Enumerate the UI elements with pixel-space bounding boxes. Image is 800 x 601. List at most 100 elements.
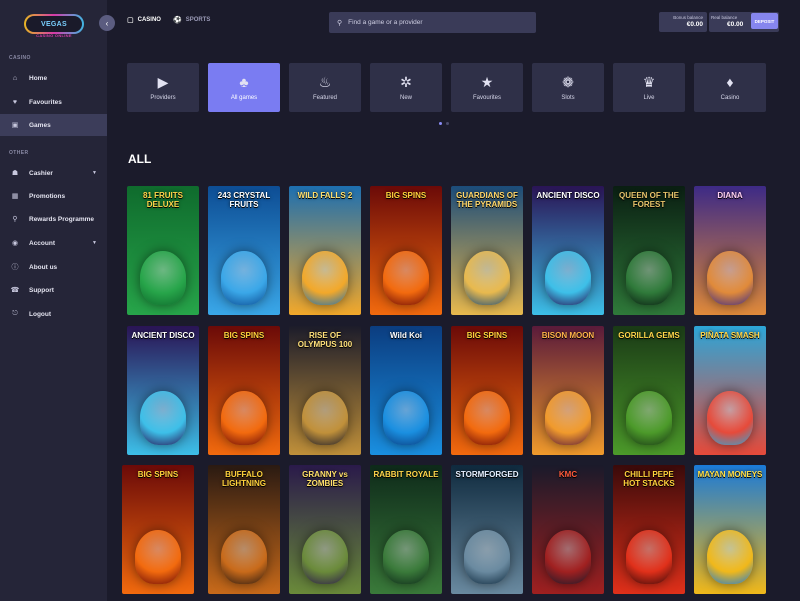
search-input[interactable] [348, 19, 519, 26]
gift-icon: ▦ [11, 193, 19, 200]
game-title: KMC [558, 470, 578, 479]
logout-icon: ⎋ [12, 310, 18, 317]
flame-icon: ♨ [318, 73, 332, 90]
sidebar-item-label: Logout [29, 310, 52, 318]
category-label: Featured [312, 94, 337, 101]
sidebar-item-promotions[interactable]: ▦ Promotions [0, 185, 107, 207]
logo-text: VEGAS [40, 20, 67, 28]
bonus-balance: Bonus balance €0.00 [659, 12, 707, 32]
account-icon: ◉ [11, 240, 19, 247]
game-tile[interactable]: 81 FRUITS DELUXE [127, 186, 199, 315]
game-artwork [135, 530, 181, 584]
cherry-icon: ❁ [562, 73, 574, 90]
cashier-icon: ☗ [11, 170, 19, 177]
carousel-dot[interactable] [446, 122, 449, 125]
game-title: GUARDIANS OF THE PYRAMIDS [456, 191, 518, 209]
sidebar-item-about[interactable]: ⓘ About us [0, 256, 107, 278]
game-title: ANCIENT DISCO [131, 331, 195, 340]
category-slots[interactable]: ❁ Slots [532, 63, 604, 112]
category-label: Slots [561, 94, 575, 101]
game-tile[interactable]: BIG SPINS [208, 326, 280, 455]
game-tile[interactable]: DIANA [694, 186, 766, 315]
deposit-button[interactable]: DEPOSIT [751, 13, 778, 29]
chevron-left-icon: ‹ [105, 18, 109, 28]
sidebar-item-cashier[interactable]: ☗ Cashier ▼ [0, 162, 107, 184]
category-new[interactable]: ✲ New [370, 63, 442, 112]
game-artwork [383, 251, 429, 305]
game-artwork [302, 530, 348, 584]
trophy-icon: ⚲ [12, 216, 18, 223]
game-artwork [464, 530, 510, 584]
sidebar-item-rewards[interactable]: ⚲ Rewards Programme [0, 208, 107, 230]
category-favourites[interactable]: ★ Favourites [451, 63, 523, 112]
game-title: BISON MOON [541, 331, 595, 340]
home-icon: ⌂ [12, 74, 18, 82]
game-artwork [545, 391, 591, 445]
game-artwork [707, 251, 753, 305]
game-tile[interactable]: QUEEN OF THE FOREST [613, 186, 685, 315]
logo[interactable]: VEGAS CASINO ONLINE [24, 14, 84, 38]
game-tile[interactable]: BIG SPINS [451, 326, 523, 455]
category-casino[interactable]: ♦ Casino [694, 63, 766, 112]
game-tile[interactable]: STORMFORGED [451, 465, 523, 594]
game-artwork [302, 251, 348, 305]
game-tile[interactable]: MAYAN MONEYS [694, 465, 766, 594]
tab-sports[interactable]: ⚽ SPORTS [173, 16, 210, 24]
game-tile[interactable]: 243 CRYSTAL FRUITS [208, 186, 280, 315]
sidebar-item-support[interactable]: ☎ Support [0, 279, 107, 301]
game-title: BIG SPINS [385, 191, 427, 200]
sidebar-item-favourites[interactable]: ♥ Favourites [0, 91, 107, 113]
game-artwork [383, 391, 429, 445]
bonus-balance-value: €0.00 [686, 21, 703, 28]
game-tile[interactable]: GRANNY vs ZOMBIES [289, 465, 361, 594]
tab-casino[interactable]: ▢ CASINO [127, 16, 161, 24]
search-bar[interactable]: ⚲ [329, 12, 536, 33]
game-tile[interactable]: BISON MOON [532, 326, 604, 455]
game-title: 81 FRUITS DELUXE [142, 191, 183, 209]
category-providers[interactable]: ▶ Providers [127, 63, 199, 112]
game-tile[interactable]: PIÑATA SMASH [694, 326, 766, 455]
carousel-dot[interactable] [439, 122, 442, 125]
bonus-balance-label: Bonus balance [673, 15, 703, 20]
game-title: BIG SPINS [137, 470, 179, 479]
category-featured[interactable]: ♨ Featured [289, 63, 361, 112]
game-tile[interactable]: BUFFALO LIGHTNING [208, 465, 280, 594]
game-tile[interactable]: BIG SPINS [122, 465, 194, 594]
sidebar: VEGAS CASINO ONLINE CASINO ⌂ Home ♥ Favo… [0, 0, 107, 601]
game-tile[interactable]: RABBIT ROYALE [370, 465, 442, 594]
sidebar-item-games[interactable]: ▣ Games [0, 114, 107, 136]
sidebar-item-label: Cashier [29, 169, 53, 177]
game-tile[interactable]: ANCIENT DISCO [127, 326, 199, 455]
game-tile[interactable]: GORILLA GEMS [613, 326, 685, 455]
all-games-icon: ♣ [239, 73, 249, 90]
game-artwork [140, 391, 186, 445]
sidebar-item-home[interactable]: ⌂ Home [0, 67, 107, 89]
category-live[interactable]: ♛ Live [613, 63, 685, 112]
game-tile[interactable]: BIG SPINS [370, 186, 442, 315]
live-icon: ♛ [642, 73, 656, 90]
game-tile[interactable]: ANCIENT DISCO [532, 186, 604, 315]
section-title: ALL [128, 152, 152, 166]
category-label: All games [230, 94, 258, 101]
sidebar-item-account[interactable]: ◉ Account ▼ [0, 232, 107, 254]
sidebar-item-label: About us [29, 263, 58, 271]
game-tile[interactable]: GUARDIANS OF THE PYRAMIDS [451, 186, 523, 315]
category-label: Favourites [472, 94, 501, 101]
game-tile[interactable]: RISE OF OLYMPUS 100 [289, 326, 361, 455]
game-artwork [626, 391, 672, 445]
category-all-games[interactable]: ♣ All games [208, 63, 280, 112]
game-title: PIÑATA SMASH [700, 331, 760, 340]
game-title: MAYAN MONEYS [697, 470, 763, 479]
game-artwork [464, 391, 510, 445]
sidebar-item-logout[interactable]: ⎋ Logout [0, 303, 107, 325]
game-tile[interactable]: KMC [532, 465, 604, 594]
sidebar-item-label: Promotions [29, 192, 66, 200]
collapse-sidebar-button[interactable]: ‹ [99, 15, 115, 31]
game-tile[interactable]: CHILLI PEPE HOT STACKS [613, 465, 685, 594]
game-artwork [545, 530, 591, 584]
sidebar-section-other: OTHER [9, 150, 29, 156]
game-tile[interactable]: WILD FALLS 2 [289, 186, 361, 315]
game-artwork [221, 391, 267, 445]
star-icon: ★ [480, 73, 494, 90]
game-tile[interactable]: Wild Koi [370, 326, 442, 455]
